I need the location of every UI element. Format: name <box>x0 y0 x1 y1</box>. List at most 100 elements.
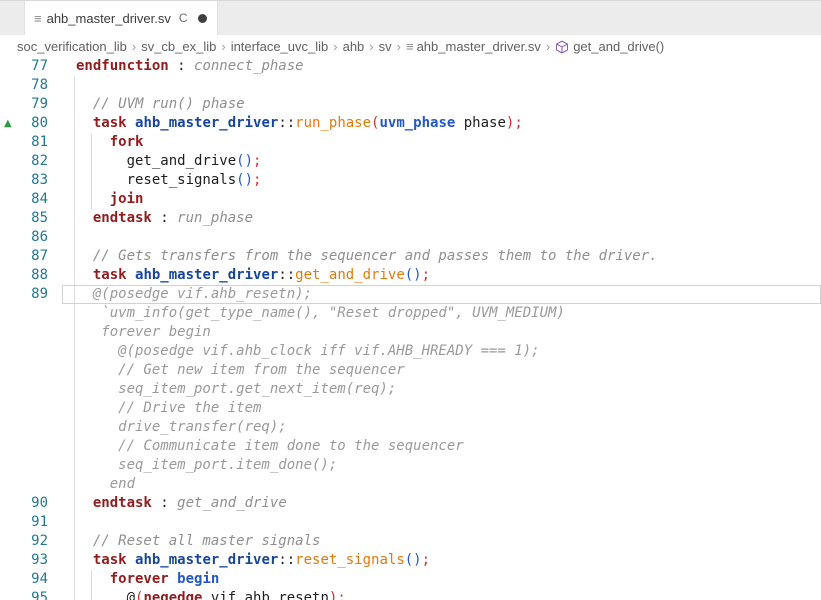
line-number[interactable]: 83 <box>0 171 62 190</box>
ghost-code-line[interactable]: `uvm_info(get_type_name(), "Reset droppe… <box>0 304 821 323</box>
line-number[interactable]: 89 <box>0 285 62 304</box>
gutter[interactable]: 84 <box>0 190 62 209</box>
gutter[interactable] <box>0 304 62 323</box>
ghost-code-line[interactable]: drive_transfer(req); <box>0 418 821 437</box>
code-line[interactable]: 95 @(negedge vif.ahb_resetn); <box>0 589 821 600</box>
line-number[interactable]: 85 <box>0 209 62 228</box>
line-number[interactable]: 81 <box>0 133 62 152</box>
ghost-code-line[interactable]: // Get new item from the sequencer <box>0 361 821 380</box>
code-editor[interactable]: 77endfunction : connect_phase7879 // UVM… <box>0 57 821 600</box>
gutter[interactable] <box>0 399 62 418</box>
line-number[interactable] <box>0 361 62 380</box>
gutter[interactable]: 89 <box>0 285 62 304</box>
code-text: drive_transfer(req); <box>62 418 821 437</box>
breadcrumb-item-soc-verification-lib[interactable]: soc_verification_lib <box>17 39 127 54</box>
line-number[interactable]: 87 <box>0 247 62 266</box>
ghost-code-line[interactable]: seq_item_port.item_done(); <box>0 456 821 475</box>
line-number[interactable]: 92 <box>0 532 62 551</box>
code-line[interactable]: 78 <box>0 76 821 95</box>
code-text: @(posedge vif.ahb_resetn); <box>62 285 821 304</box>
line-number[interactable] <box>0 437 62 456</box>
gutter[interactable] <box>0 475 62 494</box>
gutter[interactable]: 88 <box>0 266 62 285</box>
code-line[interactable]: 88 task ahb_master_driver::get_and_drive… <box>0 266 821 285</box>
line-number[interactable] <box>0 418 62 437</box>
gutter[interactable] <box>0 342 62 361</box>
gutter[interactable] <box>0 361 62 380</box>
line-number[interactable] <box>0 304 62 323</box>
code-line[interactable]: 84 join <box>0 190 821 209</box>
code-line[interactable]: 79 // UVM run() phase <box>0 95 821 114</box>
code-line[interactable]: ▲80 task ahb_master_driver::run_phase(uv… <box>0 114 821 133</box>
line-number[interactable] <box>0 475 62 494</box>
code-line[interactable]: 94 forever begin <box>0 570 821 589</box>
code-line[interactable]: 91 <box>0 513 821 532</box>
gutter[interactable] <box>0 418 62 437</box>
gutter[interactable]: 90 <box>0 494 62 513</box>
breadcrumb-item-sv[interactable]: sv <box>379 39 392 54</box>
breadcrumb-item-symbol[interactable]: get_and_drive() <box>573 39 664 54</box>
gutter[interactable] <box>0 380 62 399</box>
line-number[interactable]: 77 <box>0 57 62 76</box>
gutter[interactable]: 81 <box>0 133 62 152</box>
line-number[interactable] <box>0 380 62 399</box>
gutter[interactable]: 78 <box>0 76 62 95</box>
gutter[interactable] <box>0 323 62 342</box>
ghost-code-line[interactable]: @(posedge vif.ahb_clock iff vif.AHB_HREA… <box>0 342 821 361</box>
ghost-code-line[interactable]: end <box>0 475 821 494</box>
code-line[interactable]: 87 // Gets transfers from the sequencer … <box>0 247 821 266</box>
breadcrumb-item-ahb[interactable]: ahb <box>343 39 365 54</box>
code-line[interactable]: 81 fork <box>0 133 821 152</box>
ghost-code-line[interactable]: forever begin <box>0 323 821 342</box>
code-line[interactable]: 86 <box>0 228 821 247</box>
tab-ahb-master-driver[interactable]: ≡ ahb_master_driver.sv C <box>24 1 218 35</box>
code-line[interactable]: 89 @(posedge vif.ahb_resetn); <box>0 285 821 304</box>
line-number[interactable] <box>0 399 62 418</box>
gutter[interactable]: 83 <box>0 171 62 190</box>
line-number[interactable]: 88 <box>0 266 62 285</box>
gutter[interactable]: 87 <box>0 247 62 266</box>
gutter[interactable]: 85 <box>0 209 62 228</box>
ghost-code-line[interactable]: // Communicate item done to the sequence… <box>0 437 821 456</box>
gutter[interactable]: ▲80 <box>0 114 62 133</box>
code-line[interactable]: 85 endtask : run_phase <box>0 209 821 228</box>
breadcrumb-item-sv-cb-ex-lib[interactable]: sv_cb_ex_lib <box>141 39 216 54</box>
gutter[interactable]: 94 <box>0 570 62 589</box>
breadcrumb-item-file[interactable]: ahb_master_driver.sv <box>417 39 541 54</box>
line-number[interactable]: 79 <box>0 95 62 114</box>
line-number[interactable]: 82 <box>0 152 62 171</box>
line-number[interactable]: 94 <box>0 570 62 589</box>
line-number[interactable]: 84 <box>0 190 62 209</box>
code-line[interactable]: 83 reset_signals(); <box>0 171 821 190</box>
gutter[interactable] <box>0 456 62 475</box>
gutter[interactable]: 77 <box>0 57 62 76</box>
gutter[interactable]: 93 <box>0 551 62 570</box>
code-line[interactable]: 92 // Reset all master signals <box>0 532 821 551</box>
line-number[interactable]: 91 <box>0 513 62 532</box>
line-number[interactable]: 90 <box>0 494 62 513</box>
line-number[interactable]: 78 <box>0 76 62 95</box>
line-number[interactable] <box>0 342 62 361</box>
gutter[interactable]: 86 <box>0 228 62 247</box>
ghost-code-line[interactable]: seq_item_port.get_next_item(req); <box>0 380 821 399</box>
line-number[interactable]: 93 <box>0 551 62 570</box>
code-line[interactable]: 90 endtask : get_and_drive <box>0 494 821 513</box>
gutter[interactable]: 95 <box>0 589 62 600</box>
code-line[interactable]: 93 task ahb_master_driver::reset_signals… <box>0 551 821 570</box>
code-text: // Get new item from the sequencer <box>62 361 821 380</box>
chevron-right-icon: › <box>333 39 337 54</box>
modified-dot-icon[interactable] <box>198 14 207 23</box>
line-number[interactable] <box>0 456 62 475</box>
code-line[interactable]: 82 get_and_drive(); <box>0 152 821 171</box>
line-number[interactable] <box>0 323 62 342</box>
breadcrumb-item-interface-uvc-lib[interactable]: interface_uvc_lib <box>231 39 329 54</box>
gutter[interactable]: 91 <box>0 513 62 532</box>
gutter[interactable]: 79 <box>0 95 62 114</box>
gutter[interactable]: 92 <box>0 532 62 551</box>
line-number[interactable]: 86 <box>0 228 62 247</box>
gutter[interactable]: 82 <box>0 152 62 171</box>
code-line[interactable]: 77endfunction : connect_phase <box>0 57 821 76</box>
line-number[interactable]: 95 <box>0 589 62 600</box>
ghost-code-line[interactable]: // Drive the item <box>0 399 821 418</box>
gutter[interactable] <box>0 437 62 456</box>
